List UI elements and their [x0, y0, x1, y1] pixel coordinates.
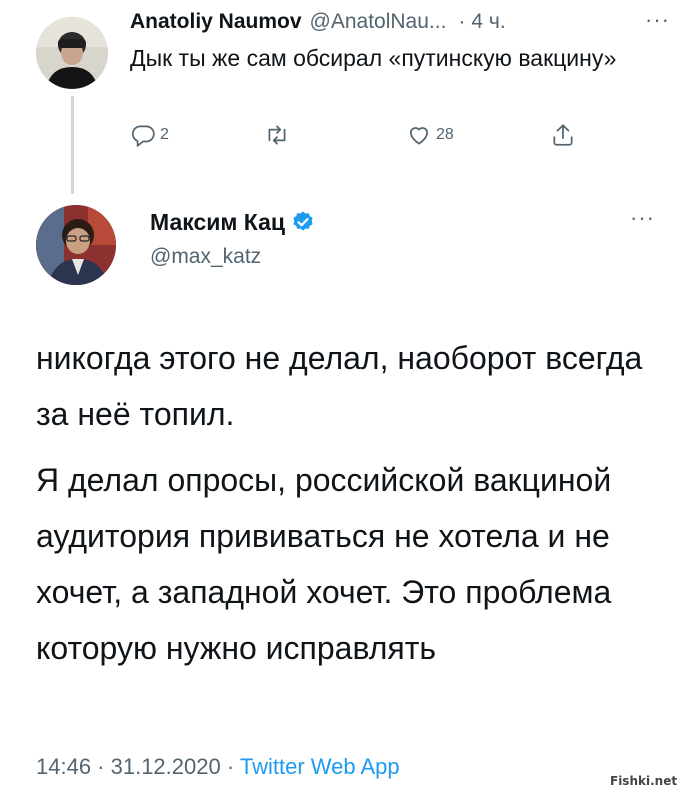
- tweet-source-link[interactable]: Twitter Web App: [240, 754, 400, 779]
- main-author[interactable]: Максим Кац: [150, 206, 315, 238]
- thread-connector-line: [71, 96, 74, 194]
- heart-icon: [410, 127, 428, 145]
- like-action[interactable]: 28: [406, 122, 454, 148]
- main-more-icon[interactable]: ···: [630, 205, 655, 231]
- reply-author-handle[interactable]: @AnatolNau...: [310, 8, 447, 36]
- reply-actions: 2 28: [130, 122, 630, 156]
- tweet-timestamp[interactable]: 14:46 · 31.12.2020 ·: [36, 754, 240, 779]
- tweet-paragraph: никогда этого не делал, наоборот всегда …: [36, 340, 643, 432]
- reply-avatar[interactable]: [36, 17, 108, 89]
- like-count: 28: [436, 126, 454, 143]
- main-avatar[interactable]: [36, 205, 116, 285]
- main-author-handle[interactable]: @max_katz: [150, 243, 261, 271]
- tweet-paragraph: Я делал опросы, российской вакциной ауди…: [36, 462, 612, 666]
- reply-author-name[interactable]: Anatoliy Naumov: [130, 8, 302, 36]
- reply-icon: [131, 125, 155, 147]
- verified-badge-icon: [293, 211, 313, 231]
- main-tweet-text: никогда этого не делал, наоборот всегда …: [36, 330, 666, 686]
- share-action[interactable]: [550, 122, 576, 148]
- reply-text: Дык ты же сам обсирал «путинскую вакцину…: [130, 45, 617, 71]
- retweet-action[interactable]: [264, 122, 294, 148]
- reply-time[interactable]: 4 ч.: [471, 8, 505, 36]
- tweet-meta: 14:46 · 31.12.2020 · Twitter Web App: [36, 752, 400, 782]
- main-author-name[interactable]: Максим Кац: [150, 209, 285, 236]
- watermark: Fishki.net: [610, 774, 678, 788]
- reply-header: Anatoliy Naumov @AnatolNau... · 4 ч. ···: [130, 6, 670, 36]
- share-icon: [553, 124, 573, 146]
- avatar-photo-icon: [36, 205, 116, 285]
- retweet-icon: [268, 125, 286, 145]
- reply-count: 2: [160, 126, 169, 143]
- reply-action[interactable]: 2: [130, 122, 169, 148]
- reply-separator: ·: [458, 10, 466, 33]
- avatar-photo-icon: [36, 17, 108, 89]
- reply-more-icon[interactable]: ···: [645, 6, 670, 34]
